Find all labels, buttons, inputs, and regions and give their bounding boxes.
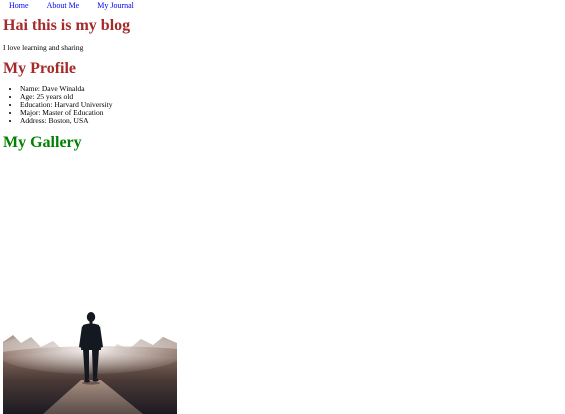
nav-link-about-me[interactable]: About Me	[47, 1, 80, 10]
profile-item-address: Address: Boston, USA	[20, 117, 112, 125]
nav-link-my-journal[interactable]: My Journal	[97, 1, 134, 10]
gallery-photo	[3, 157, 177, 414]
nav-link-home[interactable]: Home	[9, 1, 29, 10]
blog-title: Hai this is my blog	[3, 17, 131, 34]
profile-heading: My Profile	[3, 60, 77, 77]
blog-tagline: I love learning and sharing	[3, 43, 84, 52]
top-nav: Home About Me My Journal	[9, 1, 152, 10]
blog-page: Home About Me My Journal Hai this is my …	[0, 0, 565, 414]
profile-list: Name: Dave Winalda Age: 25 years old Edu…	[10, 85, 112, 125]
gallery-heading: My Gallery	[3, 134, 82, 151]
